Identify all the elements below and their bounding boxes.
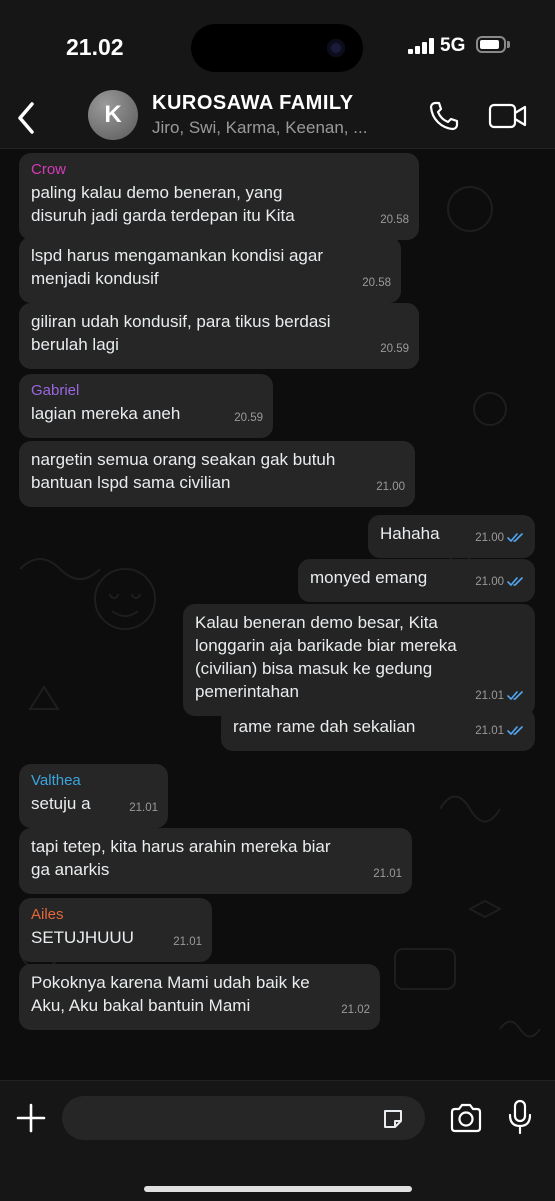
status-bar: 21.02 5G	[0, 0, 555, 90]
message-timestamp: 20.58	[380, 209, 409, 232]
chat-header: K KUROSAWA FAMILY Jiro, Swi, Karma, Keen…	[0, 90, 555, 149]
sender-name[interactable]: Gabriel	[31, 381, 261, 401]
group-title[interactable]: KUROSAWA FAMILY	[152, 92, 354, 115]
incoming-message[interactable]: lspd harus mengamankan kondisi agar menja…	[19, 237, 401, 303]
network-type: 5G	[440, 35, 466, 56]
sender-name[interactable]: Ailes	[31, 905, 200, 925]
video-camera-icon	[488, 103, 527, 129]
phone-icon	[429, 101, 459, 131]
timestamp-text: 21.01	[373, 868, 402, 880]
message-text-line: pemerintahan	[195, 682, 299, 701]
incoming-message[interactable]: giliran udah kondusif, para tikus berdas…	[19, 303, 419, 369]
timestamp-text: 20.59	[380, 343, 409, 355]
home-indicator[interactable]	[144, 1186, 412, 1192]
plus-icon	[16, 1103, 46, 1133]
message-timestamp: 20.59	[380, 338, 409, 361]
status-time: 21.02	[66, 34, 124, 60]
outgoing-message[interactable]: rame rame dah sekalian 21.01	[221, 708, 535, 751]
double-check-icon	[507, 577, 523, 587]
message-text-line: nargetin semua orang seakan gak butuh	[31, 450, 336, 469]
incoming-message[interactable]: Pokoknya karena Mami udah baik ke Aku, Ak…	[19, 964, 380, 1030]
message-text-line: bantuan lspd sama civilian	[31, 473, 231, 492]
message-timestamp: 21.01	[373, 863, 402, 886]
incoming-message[interactable]: Valthea setuju a 21.01	[19, 764, 168, 828]
timestamp-text: 20.59	[234, 412, 263, 424]
incoming-message[interactable]: Crow paling kalau demo beneran, yang disur…	[19, 153, 419, 240]
message-timestamp: 21.00	[475, 527, 525, 550]
outgoing-message[interactable]: Kalau beneran demo besar, Kita longgarin …	[183, 604, 535, 716]
signal-icon	[408, 38, 436, 54]
message-timestamp: 20.59	[234, 407, 263, 430]
message-text-line: (civilian) bisa masuk ke gedung	[195, 659, 433, 678]
composer-bar	[0, 1080, 555, 1201]
message-text-line: Pokoknya karena Mami udah baik ke	[31, 973, 310, 992]
message-text-line: ga anarkis	[31, 860, 110, 879]
message-text-line: Kalau beneran demo besar, Kita	[195, 613, 438, 632]
message-timestamp: 21.01	[129, 797, 158, 820]
sender-name[interactable]: Crow	[31, 160, 407, 180]
double-check-icon	[507, 533, 523, 543]
message-timestamp: 21.01	[475, 720, 525, 743]
dynamic-island	[191, 24, 363, 72]
timestamp-text: 21.00	[475, 532, 504, 544]
video-call-button[interactable]	[487, 100, 529, 132]
timestamp-text: 21.01	[475, 690, 504, 702]
message-timestamp: 21.01	[475, 685, 525, 708]
message-input[interactable]	[62, 1096, 425, 1140]
message-timestamp: 21.01	[173, 931, 202, 954]
message-text-line: disuruh jadi garda terdepan itu Kita	[31, 206, 295, 225]
incoming-message[interactable]: nargetin semua orang seakan gak butuh ban…	[19, 441, 415, 507]
timestamp-text: 21.01	[475, 725, 504, 737]
microphone-button[interactable]	[507, 1099, 533, 1135]
battery-icon	[476, 36, 506, 53]
message-text-line: lagian mereka aneh	[31, 404, 181, 423]
group-members[interactable]: Jiro, Swi, Karma, Keenan, ...	[152, 118, 407, 138]
group-avatar[interactable]: K	[88, 90, 138, 140]
attach-button[interactable]	[14, 1101, 48, 1135]
message-text-line: menjadi kondusif	[31, 269, 159, 288]
message-text-line: berulah lagi	[31, 335, 119, 354]
sender-name[interactable]: Valthea	[31, 771, 156, 791]
sticker-icon	[384, 1110, 402, 1128]
message-text-line: paling kalau demo beneran, yang	[31, 183, 283, 202]
message-timestamp: 21.00	[376, 476, 405, 499]
message-list[interactable]: Crow paling kalau demo beneran, yang disur…	[0, 149, 555, 1080]
timestamp-text: 21.02	[341, 1004, 370, 1016]
voice-call-button[interactable]	[426, 98, 462, 134]
double-check-icon	[507, 726, 523, 736]
message-text-line: lspd harus mengamankan kondisi agar	[31, 246, 324, 265]
chevron-left-icon	[18, 102, 34, 134]
camera-button[interactable]	[449, 1103, 483, 1133]
timestamp-text: 21.01	[129, 802, 158, 814]
message-timestamp: 21.00	[475, 571, 525, 594]
back-button[interactable]	[10, 96, 50, 142]
message-text-line: Aku, Aku bakal bantuin Mami	[31, 996, 251, 1015]
incoming-message[interactable]: Ailes SETUJHUUU 21.01	[19, 898, 212, 962]
incoming-message[interactable]: tapi tetep, kita harus arahin mereka bia…	[19, 828, 412, 894]
timestamp-text: 21.00	[376, 481, 405, 493]
message-timestamp: 20.58	[362, 272, 391, 295]
outgoing-message[interactable]: Hahaha 21.00	[368, 515, 535, 558]
message-timestamp: 21.02	[341, 999, 370, 1022]
battery-tip	[507, 41, 510, 48]
timestamp-text: 20.58	[362, 277, 391, 289]
incoming-message[interactable]: Gabriel lagian mereka aneh 20.59	[19, 374, 273, 438]
timestamp-text: 20.58	[380, 214, 409, 226]
timestamp-text: 21.00	[475, 576, 504, 588]
timestamp-text: 21.01	[173, 936, 202, 948]
message-text-line: tapi tetep, kita harus arahin mereka bia…	[31, 837, 331, 856]
microphone-icon	[508, 1099, 532, 1135]
camera-icon	[450, 1103, 482, 1133]
double-check-icon	[507, 691, 523, 701]
message-text-line: longgarin aja barikade biar mereka	[195, 636, 457, 655]
outgoing-message[interactable]: monyed emang 21.00	[298, 559, 535, 602]
sticker-button[interactable]	[381, 1107, 405, 1131]
message-text-line: giliran udah kondusif, para tikus berdas…	[31, 312, 331, 331]
